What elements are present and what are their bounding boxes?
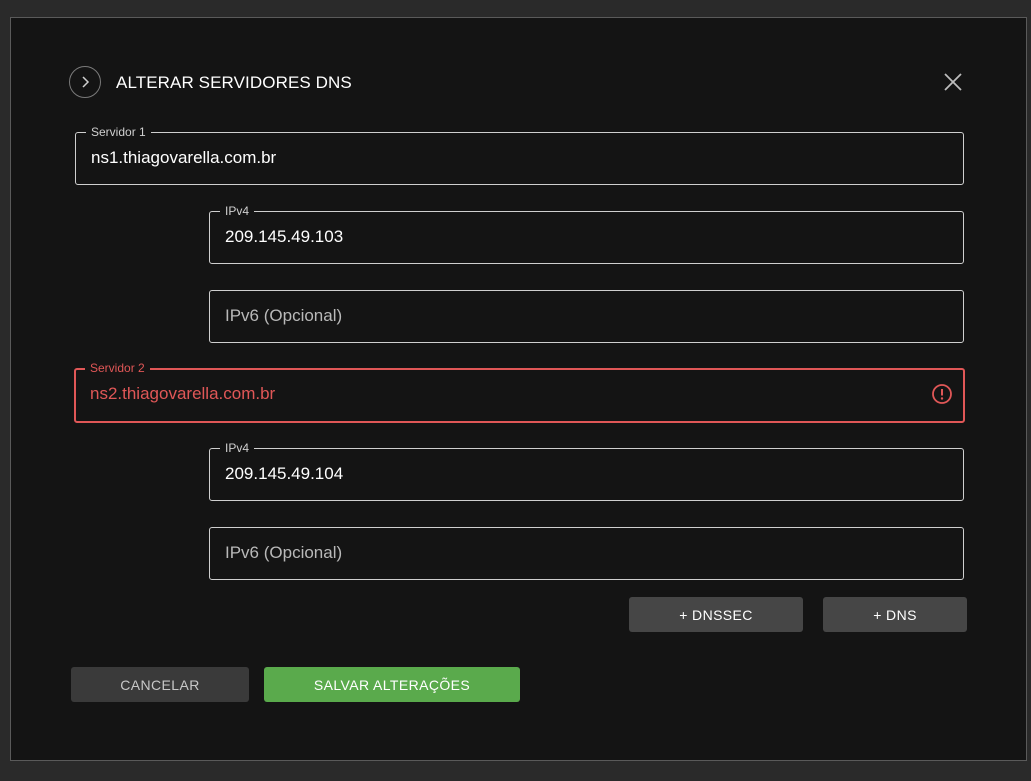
server-1-field[interactable]: Servidor 1 ns1.thiagovarella.com.br bbox=[75, 125, 964, 185]
close-icon[interactable] bbox=[941, 70, 965, 94]
server-2-ipv4-field[interactable]: IPv4 209.145.49.104 bbox=[209, 441, 964, 501]
server-1-ipv4-label: IPv4 bbox=[220, 204, 255, 218]
server-2-value: ns2.thiagovarella.com.br bbox=[90, 384, 276, 403]
server-2-ipv6-field[interactable]: IPv6 (Opcional) bbox=[209, 527, 964, 580]
dialog-title: ALTERAR SERVIDORES DNS bbox=[116, 73, 352, 92]
cancel-button[interactable]: CANCELAR bbox=[71, 667, 249, 702]
add-dns-button[interactable]: + DNS bbox=[823, 597, 967, 632]
server-1-ipv6-field[interactable]: IPv6 (Opcional) bbox=[209, 290, 964, 343]
server-1-ipv6-placeholder: IPv6 (Opcional) bbox=[225, 306, 343, 325]
error-icon bbox=[931, 383, 953, 405]
server-2-ipv4-label: IPv4 bbox=[220, 441, 255, 455]
server-2-ipv4-value: 209.145.49.104 bbox=[225, 464, 344, 483]
save-changes-button[interactable]: SALVAR ALTERAÇÕES bbox=[264, 667, 520, 702]
server-1-ipv4-field[interactable]: IPv4 209.145.49.103 bbox=[209, 204, 964, 264]
server-2-ipv6-placeholder: IPv6 (Opcional) bbox=[225, 543, 343, 562]
server-2-label: Servidor 2 bbox=[85, 361, 150, 375]
server-1-label: Servidor 1 bbox=[86, 125, 151, 139]
server-1-value: ns1.thiagovarella.com.br bbox=[91, 148, 277, 167]
server-2-field[interactable]: Servidor 2 ns2.thiagovarella.com.br bbox=[74, 361, 965, 423]
add-dnssec-button[interactable]: + DNSSEC bbox=[629, 597, 803, 632]
dns-dialog: ALTERAR SERVIDORES DNS Servidor 1 ns1.th… bbox=[10, 17, 1027, 761]
chevron-right-icon[interactable] bbox=[69, 66, 101, 98]
server-1-ipv4-value: 209.145.49.103 bbox=[225, 227, 344, 246]
